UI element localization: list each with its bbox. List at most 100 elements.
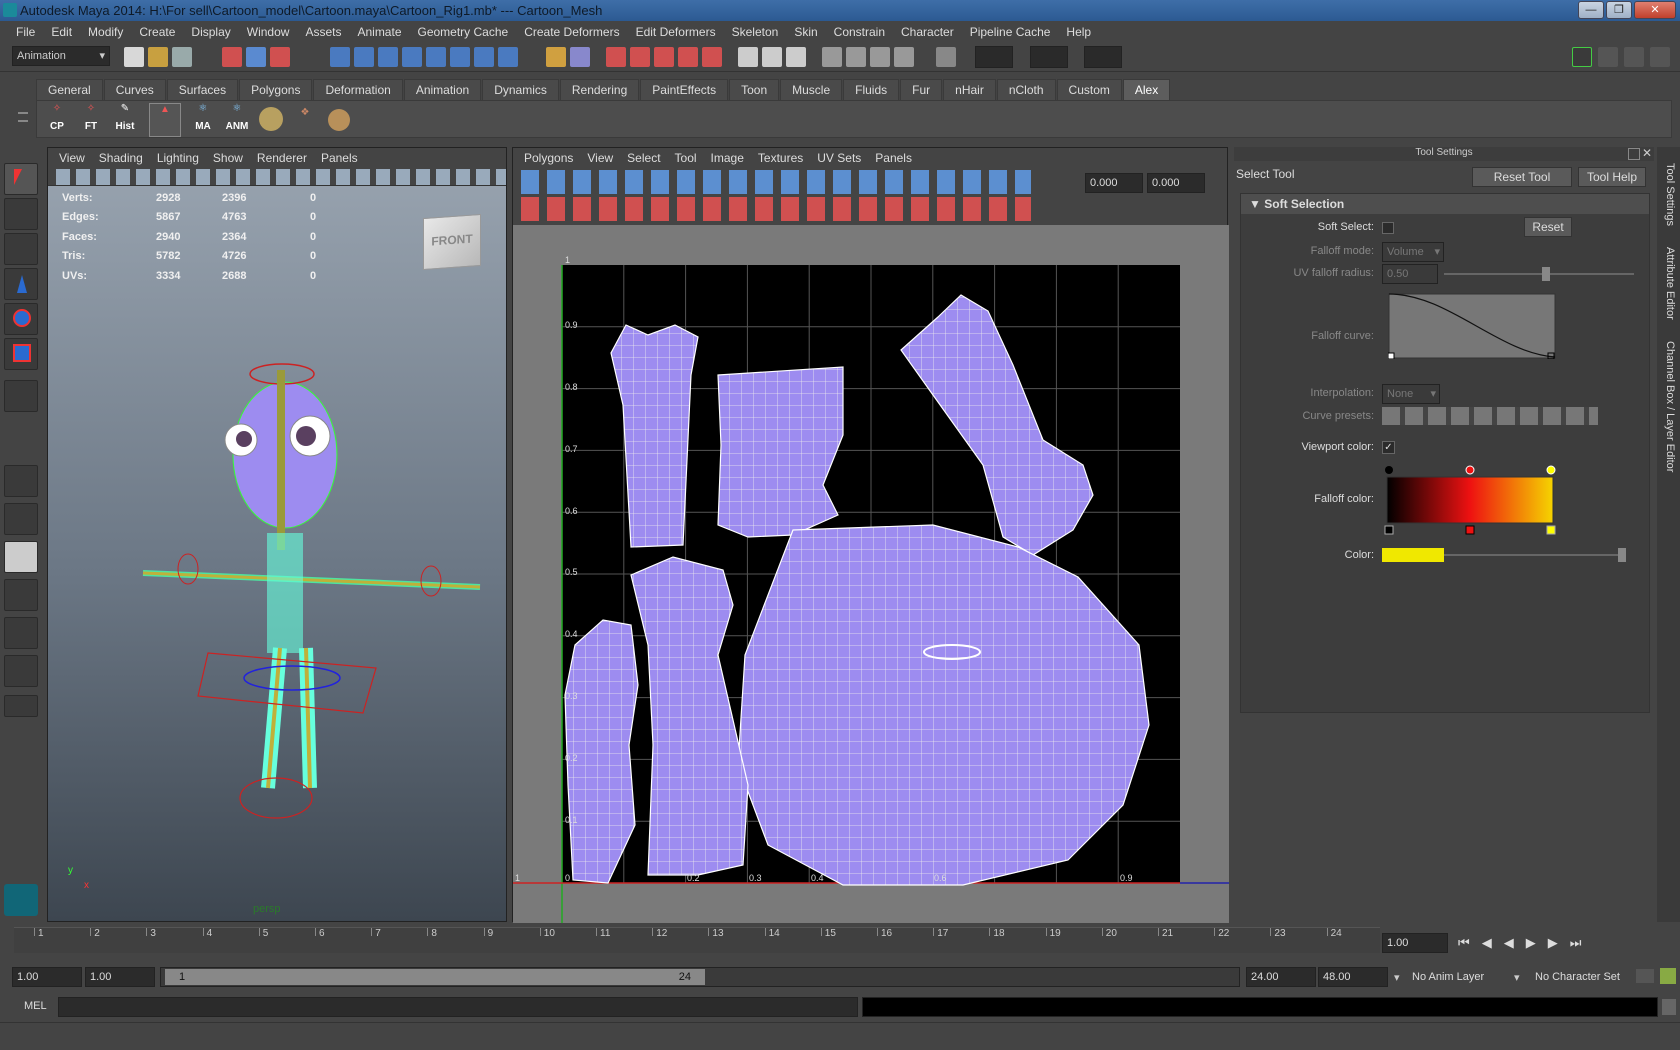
attribute-editor-toggle-icon[interactable] [1598,47,1618,67]
shelf-button-cp[interactable]: ✧ CP [41,103,73,137]
menu-help[interactable]: Help [1058,25,1099,39]
close-icon[interactable]: ✕ [1642,146,1652,160]
batch-icon[interactable] [870,47,890,67]
open-scene-icon[interactable] [148,47,168,67]
uv-toolbar-row-1-icons[interactable] [521,170,1031,194]
uv-menu-textures[interactable]: Textures [751,151,810,165]
uv-menu-polygons[interactable]: Polygons [517,151,580,165]
select-tool-icon[interactable] [4,163,38,195]
menu-skeleton[interactable]: Skeleton [724,25,787,39]
transform-mode-icon[interactable] [936,47,956,67]
shelf-tab-fluids[interactable]: Fluids [843,79,900,100]
shelf-tab-general[interactable]: General [36,79,103,100]
uv-menu-image[interactable]: Image [704,151,751,165]
shelf-tab-nhair[interactable]: nHair [943,79,996,100]
range-slider-track[interactable]: 1 24 [160,967,1240,987]
z-coordinate-field[interactable] [1084,46,1122,68]
snap-surface-icon[interactable] [426,47,446,67]
menu-display[interactable]: Display [183,25,238,39]
history-icon[interactable] [474,47,494,67]
color-swatch[interactable] [1382,548,1444,562]
tool-help-button[interactable]: Tool Help [1578,167,1646,187]
save-scene-icon[interactable] [172,47,192,67]
layout-menu-icon[interactable] [4,695,38,717]
playback-start-field[interactable]: 1.00 [85,967,155,987]
color-slider[interactable] [1444,548,1626,562]
layout-four-icon[interactable] [4,503,38,535]
viewport-color-checkbox[interactable]: ✓ [1382,441,1395,454]
animation-end-field[interactable]: 48.00 [1318,967,1388,987]
snap-point-icon[interactable] [378,47,398,67]
last-tool-icon[interactable] [4,380,38,412]
shelf-tab-curves[interactable]: Curves [103,79,166,100]
render-current-icon[interactable] [630,47,650,67]
display-icon[interactable] [894,47,914,67]
shelf-button-script[interactable]: ▲ [149,103,181,137]
shelf-button-ma[interactable]: ⚛ MA [187,103,219,137]
select-hierarchy-icon[interactable] [222,47,242,67]
new-scene-icon[interactable] [124,47,144,67]
uv-menu-view[interactable]: View [580,151,620,165]
maximize-button[interactable]: ❐ [1606,1,1632,19]
shelf-tab-deformation[interactable]: Deformation [313,79,403,100]
snap-plane-icon[interactable] [402,47,422,67]
uv-menu-uv-sets[interactable]: UV Sets [810,151,868,165]
shelf-tab-muscle[interactable]: Muscle [780,79,843,100]
lasso-tool-icon[interactable] [4,198,38,230]
shelf-tab-painteffects[interactable]: PaintEffects [640,79,729,100]
uv-texture-editor[interactable]: Polygons View Select Tool Image Textures UV Se… [512,147,1229,923]
prefs-icon[interactable] [1660,968,1676,984]
layout-custom-icon[interactable] [4,655,38,687]
reset-falloff-button[interactable]: Reset [1524,217,1572,237]
layout-persp-graph-icon[interactable] [4,579,38,611]
menu-file[interactable]: File [8,25,43,39]
shelf-tab-animation[interactable]: Animation [403,79,482,100]
snapshot-icon[interactable] [846,47,866,67]
shelf-button-hist[interactable]: ✎ Hist [109,103,141,137]
shelf-button-tool[interactable] [255,103,287,137]
curve-preset-buttons[interactable] [1382,407,1598,425]
select-component-icon[interactable] [270,47,290,67]
range-slider-bar[interactable]: 1 24 [165,969,705,985]
script-editor-icon[interactable] [1662,999,1676,1015]
tool-settings-toggle-icon[interactable] [1624,47,1644,67]
layout-hypershade-icon[interactable] [4,617,38,649]
menu-constrain[interactable]: Constrain [826,25,893,39]
menuset-dropdown[interactable]: Animation ▾ [12,46,110,66]
move-tool-icon[interactable] [4,268,38,300]
shelf-tab-toon[interactable]: Toon [729,79,780,100]
construction-history-icon[interactable] [606,47,626,67]
shelf-tab-surfaces[interactable]: Surfaces [166,79,239,100]
animation-start-field[interactable]: 1.00 [12,967,82,987]
falloff-curve-graph[interactable] [1388,293,1556,359]
menu-geometry-cache[interactable]: Geometry Cache [410,25,517,39]
shelf-tab-ncloth[interactable]: nCloth [996,79,1056,100]
shelf-tab-dynamics[interactable]: Dynamics [482,79,559,100]
shelf-tab-alex[interactable]: Alex [1122,79,1171,100]
minimize-button[interactable]: — [1578,1,1604,19]
key-icon[interactable] [1636,969,1654,983]
layer-editor-toggle-icon[interactable] [1650,47,1670,67]
help-icon[interactable] [498,47,518,67]
falloff-mode-dropdown[interactable]: Volume ▾ [1382,242,1444,262]
close-button[interactable]: ✕ [1634,1,1676,19]
uv-falloff-radius-slider[interactable] [1444,267,1634,281]
shelf-button-anm[interactable]: ⚛ ANM [221,103,253,137]
playback-controls[interactable]: ⏮◀◀▶▶⏭ [1458,935,1593,951]
uv-menu-select[interactable]: Select [620,151,667,165]
reset-tool-button[interactable]: Reset Tool [1472,167,1572,187]
perspective-panel[interactable]: View Shading Lighting Show Renderer Panels Ve… [47,147,507,922]
interpolation-dropdown[interactable]: None ▾ [1382,384,1440,404]
u-value-field[interactable]: 0.000 [1085,173,1143,193]
paint-select-tool-icon[interactable] [4,233,38,265]
uv-toolbar-row-2-icons[interactable] [521,197,1031,221]
magnet-icon[interactable] [570,47,590,67]
render-settings-icon[interactable] [678,47,698,67]
snap-grid-icon[interactable] [330,47,350,67]
uv-menu-panels[interactable]: Panels [868,151,919,165]
soft-selection-header[interactable]: ▼ Soft Selection [1241,194,1649,214]
soft-select-checkbox[interactable] [1382,222,1394,234]
side-tab-attribute-editor[interactable]: Attribute Editor [1658,243,1676,323]
output-icon[interactable] [762,47,782,67]
layout-persp-outliner-icon[interactable] [4,541,38,573]
